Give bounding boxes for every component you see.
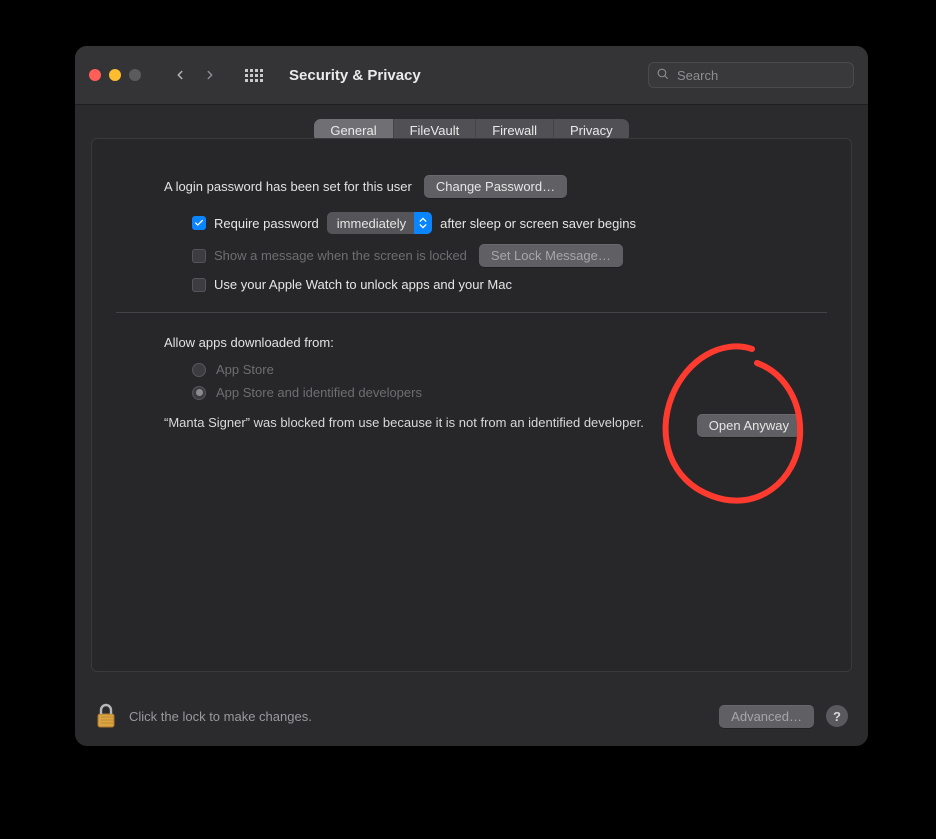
allow-appstore-radio[interactable] (192, 363, 206, 377)
show-message-checkbox[interactable] (192, 249, 206, 263)
open-anyway-button[interactable]: Open Anyway (697, 414, 801, 437)
lock-icon[interactable] (95, 702, 117, 730)
system-preferences-window: Security & Privacy General FileVault Fir… (75, 46, 868, 746)
select-stepper-icon (414, 212, 432, 234)
lock-hint-label: Click the lock to make changes. (129, 709, 312, 724)
show-all-icon[interactable] (241, 62, 267, 88)
window-controls (89, 69, 141, 81)
minimize-window-button[interactable] (109, 69, 121, 81)
search-icon (656, 67, 669, 83)
allow-identified-label: App Store and identified developers (216, 385, 422, 400)
change-password-button[interactable]: Change Password… (424, 175, 567, 198)
require-password-delay-select[interactable]: immediately (327, 212, 432, 234)
window-title: Security & Privacy (289, 67, 421, 84)
forward-button[interactable] (197, 62, 223, 88)
allow-appstore-label: App Store (216, 362, 274, 377)
content-panel: A login password has been set for this u… (91, 138, 852, 672)
toolbar: Security & Privacy (75, 46, 868, 105)
advanced-button[interactable]: Advanced… (719, 705, 814, 728)
apple-watch-unlock-checkbox[interactable] (192, 278, 206, 292)
require-password-label-prefix: Require password (214, 216, 319, 231)
back-button[interactable] (167, 62, 193, 88)
blocked-app-message: “Manta Signer” was blocked from use beca… (164, 414, 679, 433)
require-password-label-suffix: after sleep or screen saver begins (440, 216, 636, 231)
show-message-label: Show a message when the screen is locked (214, 248, 467, 263)
footer: Click the lock to make changes. Advanced… (75, 686, 868, 746)
require-password-checkbox[interactable] (192, 216, 206, 230)
search-field[interactable] (648, 62, 854, 88)
search-input[interactable] (675, 67, 855, 84)
zoom-window-button[interactable] (129, 69, 141, 81)
set-lock-message-button[interactable]: Set Lock Message… (479, 244, 623, 267)
help-button[interactable]: ? (826, 705, 848, 727)
allow-identified-radio[interactable] (192, 386, 206, 400)
allow-apps-label: Allow apps downloaded from: (164, 335, 801, 350)
close-window-button[interactable] (89, 69, 101, 81)
login-password-label: A login password has been set for this u… (164, 179, 412, 194)
apple-watch-unlock-label: Use your Apple Watch to unlock apps and … (214, 277, 512, 292)
